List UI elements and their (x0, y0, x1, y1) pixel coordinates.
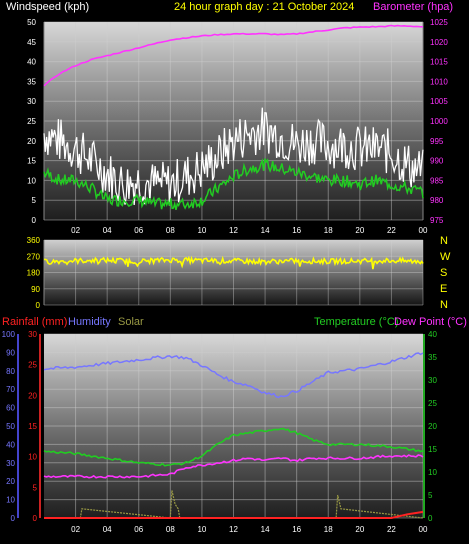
temperature-panel: Rainfall (mm) Humidity Solar Temperature… (2, 316, 467, 534)
barometer-y-tick-label: 985 (430, 176, 444, 185)
barometer-axis-label: Barometer (hpa) (373, 1, 453, 13)
humidity-tick-label: 80 (6, 367, 15, 376)
wind-y-tick-label: 40 (27, 58, 36, 67)
direction-y-tick-label: 360 (27, 236, 41, 245)
wind-x-tick-label: 00 (419, 226, 428, 235)
wind-x-tick-label: 20 (355, 226, 364, 235)
barometer-y-tick-label: 1010 (430, 77, 448, 86)
wind-x-tick-label: 10 (197, 226, 206, 235)
direction-y-tick-label: 90 (31, 285, 40, 294)
temperature-tick-label: 40 (428, 330, 437, 339)
temperature-tick-label: 5 (428, 491, 433, 500)
temperature-tick-label: 10 (428, 468, 437, 477)
humidity-tick-label: 10 (6, 496, 15, 505)
wind-y-tick-label: 20 (27, 137, 36, 146)
compass-label: W (440, 251, 451, 263)
wind-y-tick-label: 30 (27, 97, 36, 106)
barometer-y-tick-label: 1000 (430, 117, 448, 126)
wind-y-tick-label: 50 (27, 18, 36, 27)
wind-x-tick-label: 18 (324, 226, 333, 235)
humidity-tick-label: 30 (6, 459, 15, 468)
humidity-tick-label: 20 (6, 477, 15, 486)
temperature-x-tick-label: 12 (229, 525, 238, 534)
temperature-tick-label: 15 (428, 445, 437, 454)
humidity-tick-label: 60 (6, 404, 15, 413)
rainfall-tick-label: 15 (28, 422, 37, 431)
wind-y-tick-label: 45 (27, 38, 36, 47)
direction-y-tick-label: 180 (27, 269, 41, 278)
humidity-tick-label: 50 (6, 422, 15, 431)
barometer-y-tick-label: 1015 (430, 58, 448, 67)
temperature-x-tick-label: 08 (166, 525, 175, 534)
graph-canvas: 0510152025303540455097598098599099510001… (2, 1, 467, 534)
temperature-x-tick-label: 20 (355, 525, 364, 534)
temperature-x-tick-label: 16 (292, 525, 301, 534)
wind-y-tick-label: 35 (27, 77, 36, 86)
humidity-label: Humidity (68, 316, 111, 328)
temperature-x-tick-label: 18 (324, 525, 333, 534)
windspeed-axis-label: Windspeed (kph) (6, 1, 89, 13)
wind-y-tick-label: 25 (27, 117, 36, 126)
humidity-tick-label: 40 (6, 440, 15, 449)
wind-x-tick-label: 22 (387, 226, 396, 235)
compass-label: E (440, 283, 447, 295)
temperature-x-tick-label: 00 (419, 525, 428, 534)
temperature-x-tick-label: 02 (71, 525, 80, 534)
temperature-tick-label: 30 (428, 376, 437, 385)
wind-x-tick-label: 06 (134, 226, 143, 235)
humidity-tick-label: 70 (6, 385, 15, 394)
humidity-tick-label: 90 (6, 348, 15, 357)
rainfall-tick-label: 0 (33, 514, 38, 523)
rainfall-tick-label: 10 (28, 453, 37, 462)
compass-labels: NWSEN (440, 235, 451, 311)
compass-label: N (440, 235, 448, 247)
wind-y-tick-label: 5 (32, 196, 37, 205)
rainfall-tick-label: 5 (33, 483, 38, 492)
temperature-x-tick-label: 04 (103, 525, 112, 534)
temperature-tick-label: 25 (428, 399, 437, 408)
wind-direction-panel: 360270180900 NWSEN (27, 235, 451, 311)
dewpoint-label: Dew Point (°C) (394, 316, 467, 328)
barometer-y-tick-label: 980 (430, 196, 444, 205)
rainfall-tick-label: 20 (28, 391, 37, 400)
temperature-x-tick-label: 22 (387, 525, 396, 534)
humidity-tick-label: 0 (11, 514, 16, 523)
barometer-y-tick-label: 995 (430, 137, 444, 146)
temperature-tick-label: 20 (428, 422, 437, 431)
humidity-tick-label: 100 (2, 330, 16, 339)
wind-barometer-panel: 0510152025303540455097598098599099510001… (6, 1, 453, 235)
wind-x-tick-label: 08 (166, 226, 175, 235)
rainfall-tick-label: 25 (28, 361, 37, 370)
compass-label: S (440, 267, 447, 279)
rainfall-label: Rainfall (mm) (2, 316, 67, 328)
graph-title: 24 hour graph day : 21 October 2024 (174, 1, 354, 13)
compass-label: N (440, 299, 448, 311)
wind-y-tick-label: 0 (32, 216, 37, 225)
barometer-y-tick-label: 1020 (430, 38, 448, 47)
temperature-x-tick-label: 14 (261, 525, 270, 534)
rainfall-tick-label: 30 (28, 330, 37, 339)
wind-x-tick-label: 04 (103, 226, 112, 235)
wind-x-tick-label: 12 (229, 226, 238, 235)
temperature-label: Temperature (°C) (314, 316, 398, 328)
direction-y-tick-label: 0 (36, 301, 41, 310)
direction-axis-ticks: 360 270 180 90 0 (27, 236, 41, 310)
direction-y-tick-label: 270 (27, 252, 41, 261)
temperature-x-tick-label: 06 (134, 525, 143, 534)
solar-label: Solar (118, 316, 144, 328)
wind-y-tick-label: 10 (27, 176, 36, 185)
weather-graphs: 0 5 10 15 20 25 30 35 40 45 50 975 980 985 990 995 1000 1… (0, 0, 469, 544)
temperature-tick-label: 35 (428, 353, 437, 362)
barometer-y-tick-label: 1025 (430, 18, 448, 27)
wind-x-tick-label: 16 (292, 226, 301, 235)
barometer-y-tick-label: 990 (430, 157, 444, 166)
temperature-tick-label: 0 (428, 514, 433, 523)
wind-x-tick-label: 14 (261, 226, 270, 235)
temperature-x-tick-label: 10 (197, 525, 206, 534)
barometer-y-tick-label: 975 (430, 216, 444, 225)
barometer-y-tick-label: 1005 (430, 97, 448, 106)
wind-x-tick-label: 02 (71, 226, 80, 235)
wind-y-tick-label: 15 (27, 157, 36, 166)
